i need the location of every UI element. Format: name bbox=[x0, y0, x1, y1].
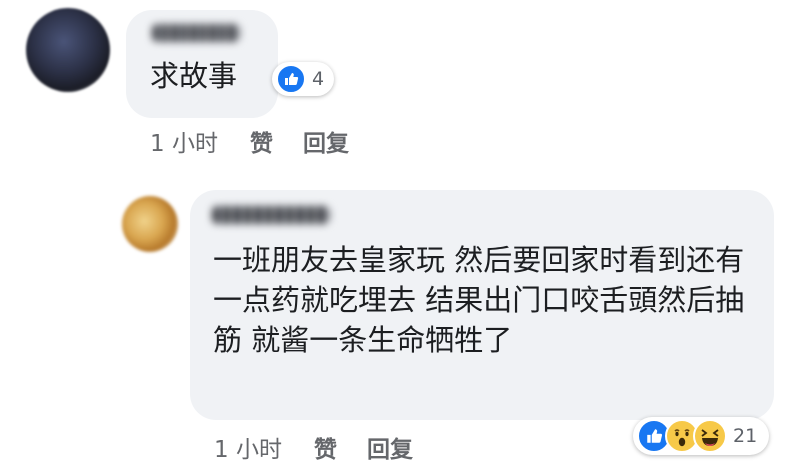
reply-link[interactable]: 回复 bbox=[303, 124, 349, 158]
reply-meta: 1 小时 赞 回复 bbox=[214, 430, 413, 464]
replier-name-blurred[interactable] bbox=[212, 206, 330, 224]
like-link[interactable]: 赞 bbox=[314, 430, 337, 464]
timestamp[interactable]: 1 小时 bbox=[214, 430, 282, 464]
commenter-avatar[interactable] bbox=[26, 8, 110, 92]
haha-reaction-icon bbox=[693, 419, 727, 453]
comment-meta: 1 小时 赞 回复 bbox=[150, 124, 349, 158]
reaction-summary[interactable]: 4 bbox=[272, 62, 335, 96]
replier-avatar[interactable] bbox=[122, 196, 178, 252]
reaction-summary[interactable]: 21 bbox=[633, 417, 770, 455]
reply-text: 一班朋友去皇家玩 然后要回家时看到还有一点药就吃埋去 结果出门口咬舌頭然后抽筋 … bbox=[213, 243, 745, 357]
like-reaction-icon bbox=[276, 64, 306, 94]
timestamp[interactable]: 1 小时 bbox=[150, 124, 218, 158]
reaction-count: 4 bbox=[312, 68, 325, 90]
reply-link[interactable]: 回复 bbox=[367, 430, 413, 464]
commenter-name-blurred[interactable] bbox=[152, 24, 240, 42]
reaction-count: 21 bbox=[733, 425, 758, 447]
comment-text: 求故事 bbox=[150, 59, 238, 93]
like-link[interactable]: 赞 bbox=[250, 124, 273, 158]
